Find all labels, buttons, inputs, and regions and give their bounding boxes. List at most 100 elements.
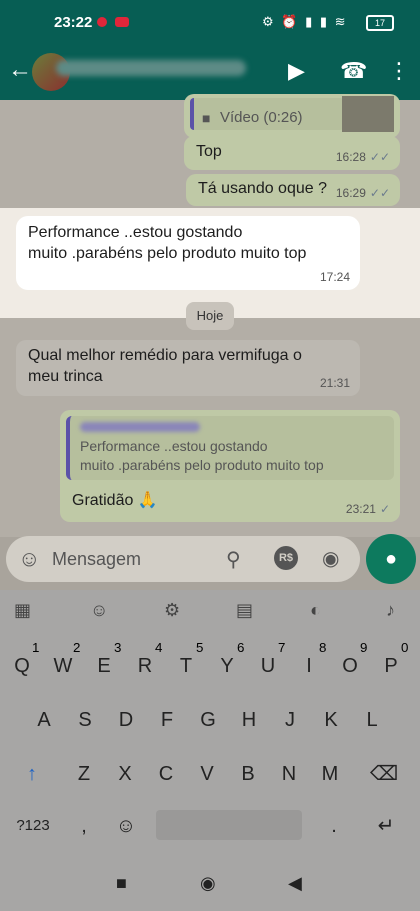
status-icons: ⚙ ⏰ ▮ ▮ ≋ <box>262 14 348 29</box>
key-n[interactable]: N <box>271 752 307 796</box>
backspace-key[interactable]: ⌫ <box>366 752 402 796</box>
keyboard[interactable]: ▦ ☺ ⚙ ▤ ◐ ♪ Q1W2E3R4T5Y6U7I8O9P0 ASDFGHJ… <box>0 590 420 859</box>
key-b[interactable]: B <box>230 752 266 796</box>
camera-icon[interactable]: ◉ <box>322 546 339 571</box>
key-hint: 0 <box>401 640 409 655</box>
key-s[interactable]: S <box>67 698 103 742</box>
message-text: Performance ..estou gostando <box>28 224 243 241</box>
shift-key[interactable]: ↑ <box>14 752 50 796</box>
chat-area[interactable]: ■ Vídeo (0:26) Top 16:28 ✓✓ Tá usando oqu… <box>0 94 420 537</box>
chat-header: ← ▶ ☎ ⋮ <box>0 46 420 100</box>
message-highlighted[interactable]: Performance ..estou gostando muito .para… <box>16 216 360 290</box>
comma-key[interactable]: , <box>66 804 102 848</box>
key-hint: 7 <box>278 640 286 655</box>
attach-icon[interactable]: ⚲ <box>226 547 241 572</box>
mic-button[interactable]: ● <box>366 534 416 584</box>
key-hint: 8 <box>319 640 327 655</box>
key-l[interactable]: L <box>354 698 390 742</box>
youtube-icon <box>115 17 129 27</box>
symbols-key[interactable]: ?123 <box>8 804 58 848</box>
message-usando[interactable]: Tá usando oque ? 16:29 ✓✓ <box>186 174 400 206</box>
translate-icon[interactable]: ▤ <box>236 600 253 621</box>
message-text: Qual melhor remédio para vermifuga o <box>28 347 302 364</box>
enter-key[interactable]: ↵ <box>368 804 404 848</box>
message-time: 16:29 ✓✓ <box>335 186 390 200</box>
space-key[interactable] <box>156 810 302 840</box>
video-message[interactable]: ■ Vídeo (0:26) <box>184 94 400 138</box>
recording-icon <box>97 17 107 27</box>
key-v[interactable]: V <box>189 752 225 796</box>
key-hint: 9 <box>360 640 368 655</box>
key-c[interactable]: C <box>148 752 184 796</box>
message-text: muito .parabéns pelo produto muito top <box>28 245 307 262</box>
more-vert-icon[interactable]: ⋮ <box>388 58 410 84</box>
quoted-text: muito .parabéns pelo produto muito top <box>80 457 324 473</box>
keyboard-row-3: ↑ ⌫ ZXCVBNM <box>0 752 420 796</box>
message-reply[interactable]: Performance ..estou gostando muito .para… <box>60 410 400 522</box>
clock: 23:22 <box>54 14 93 31</box>
message-top[interactable]: Top 16:28 ✓✓ <box>184 136 400 170</box>
apps-grid-icon[interactable]: ▦ <box>14 600 31 621</box>
keyboard-toolbar: ▦ ☺ ⚙ ▤ ◐ ♪ <box>0 590 420 634</box>
key-k[interactable]: K <box>313 698 349 742</box>
key-m[interactable]: M <box>312 752 348 796</box>
message-text: Gratidão 🙏 <box>72 492 158 509</box>
message-remedio[interactable]: Qual melhor remédio para vermifuga o meu… <box>16 340 360 396</box>
key-hint: 4 <box>155 640 163 655</box>
read-ticks-icon: ✓✓ <box>369 186 390 200</box>
message-time: 21:31 <box>319 376 350 390</box>
key-g[interactable]: G <box>190 698 226 742</box>
key-hint: 2 <box>73 640 81 655</box>
key-d[interactable]: D <box>108 698 144 742</box>
key-hint: 1 <box>32 640 40 655</box>
contact-name-redacted[interactable] <box>56 60 246 76</box>
key-f[interactable]: F <box>149 698 185 742</box>
quoted-text: Performance ..estou gostando <box>80 438 268 454</box>
quoted-sender-redacted <box>80 422 200 432</box>
message-time: 23:21 ✓ <box>345 502 390 516</box>
key-z[interactable]: Z <box>66 752 102 796</box>
key-a[interactable]: A <box>26 698 62 742</box>
key-hint: 3 <box>114 640 122 655</box>
video-thumbnail[interactable] <box>342 96 394 132</box>
video-camera-icon[interactable]: ▶ <box>288 58 305 84</box>
key-h[interactable]: H <box>231 698 267 742</box>
recents-icon[interactable]: ■ <box>116 873 127 894</box>
battery-icon: 17 <box>366 15 394 31</box>
sticker-icon[interactable]: ☺ <box>90 600 108 621</box>
message-text: meu trinca <box>28 368 103 385</box>
message-text: Top <box>196 143 222 160</box>
keyboard-row-1: Q1W2E3R4T5Y6U7I8O9P0 <box>0 640 420 688</box>
message-input-bar[interactable]: ☺ Mensagem ⚲ R$ ◉ <box>6 536 360 582</box>
back-arrow-icon[interactable]: ← <box>8 56 32 84</box>
phone-icon[interactable]: ☎ <box>340 58 367 84</box>
message-time: 17:24 <box>319 270 350 284</box>
keyboard-row-4: ?123 , ☺ . ↵ <box>0 804 420 848</box>
message-text: Tá usando oque ? <box>198 180 327 197</box>
key-j[interactable]: J <box>272 698 308 742</box>
period-key[interactable]: . <box>316 804 352 848</box>
emoji-key[interactable]: ☺ <box>108 804 144 848</box>
keyboard-row-2: ASDFGHJKL <box>0 698 420 742</box>
video-quote: ■ Vídeo (0:26) <box>190 98 344 130</box>
video-icon: ■ <box>202 110 211 126</box>
status-bar: 23:22 ⚙ ⏰ ▮ ▮ ≋ 17 <box>0 0 420 46</box>
key-hint: 5 <box>196 640 204 655</box>
home-icon[interactable]: ◉ <box>200 873 216 894</box>
sent-tick-icon: ✓ <box>379 502 390 516</box>
date-chip: Hoje <box>186 302 234 330</box>
message-time: 16:28 ✓✓ <box>335 150 390 164</box>
payment-icon[interactable]: R$ <box>274 546 298 570</box>
system-nav-bar: ■ ◉ ◀ <box>0 859 420 911</box>
message-input[interactable]: Mensagem <box>52 549 141 570</box>
video-label: Vídeo (0:26) <box>220 109 303 126</box>
palette-icon[interactable]: ◐ <box>310 600 321 621</box>
settings-icon[interactable]: ⚙ <box>164 600 180 621</box>
read-ticks-icon: ✓✓ <box>369 150 390 164</box>
quoted-message[interactable]: Performance ..estou gostando muito .para… <box>66 416 394 480</box>
mic-icon[interactable]: ♪ <box>386 600 395 621</box>
emoji-icon[interactable]: ☺ <box>18 546 40 572</box>
back-icon[interactable]: ◀ <box>288 873 302 894</box>
key-x[interactable]: X <box>107 752 143 796</box>
key-hint: 6 <box>237 640 245 655</box>
